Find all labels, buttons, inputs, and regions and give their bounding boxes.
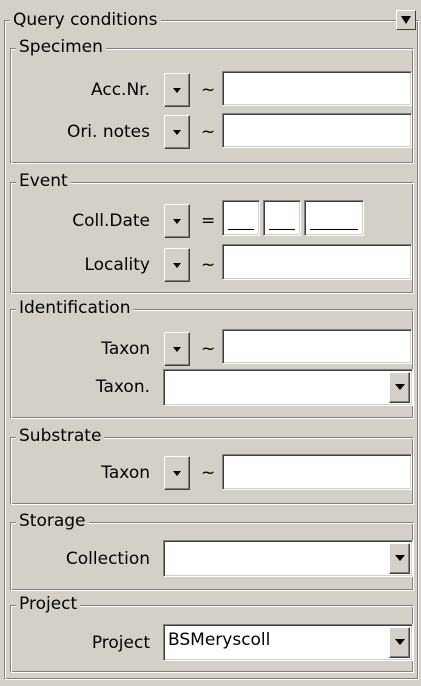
identification-title: Identification bbox=[16, 298, 134, 318]
triangle-down-icon bbox=[395, 555, 405, 561]
ori-notes-operator-dropdown[interactable] bbox=[164, 115, 190, 149]
acc-nr-input[interactable] bbox=[222, 71, 412, 106]
chevron-down-icon bbox=[173, 347, 181, 352]
project-combo-value: BSMeryscoll bbox=[168, 630, 271, 650]
project-dropdown-button[interactable] bbox=[389, 627, 410, 658]
year-mask-underline bbox=[310, 229, 358, 230]
query-conditions-title: Query conditions bbox=[10, 10, 161, 30]
substrate-taxon-input[interactable] bbox=[222, 454, 412, 490]
coll-date-month-input[interactable] bbox=[263, 200, 301, 236]
identification-taxon-list-label: Taxon. bbox=[95, 377, 150, 397]
collection-label: Collection bbox=[65, 549, 150, 569]
locality-input[interactable] bbox=[222, 244, 412, 280]
coll-date-year-input[interactable] bbox=[304, 200, 364, 236]
acc-nr-operator: ~ bbox=[201, 80, 216, 100]
locality-operator: ~ bbox=[201, 255, 216, 275]
day-mask-underline bbox=[228, 229, 254, 230]
event-title: Event bbox=[16, 171, 71, 191]
month-mask-underline bbox=[269, 229, 295, 230]
locality-label: Locality bbox=[84, 255, 150, 275]
project-label: Project bbox=[91, 633, 150, 653]
collection-dropdown-button[interactable] bbox=[389, 543, 410, 574]
triangle-down-icon bbox=[395, 384, 405, 390]
chevron-down-icon bbox=[173, 219, 181, 224]
triangle-down-icon bbox=[395, 639, 405, 645]
substrate-title: Substrate bbox=[16, 426, 105, 446]
chevron-down-icon bbox=[173, 88, 181, 93]
specimen-title: Specimen bbox=[16, 37, 106, 57]
ori-notes-input[interactable] bbox=[222, 113, 412, 148]
substrate-taxon-operator-dropdown[interactable] bbox=[164, 456, 190, 490]
identification-taxon-label: Taxon bbox=[101, 339, 150, 359]
project-title: Project bbox=[16, 594, 81, 614]
triangle-down-icon bbox=[401, 16, 411, 24]
coll-date-operator: = bbox=[201, 211, 216, 231]
coll-date-label: Coll.Date bbox=[72, 211, 150, 231]
identification-taxon-input[interactable] bbox=[222, 329, 412, 364]
identification-taxon-operator-dropdown[interactable] bbox=[164, 332, 190, 366]
coll-date-operator-dropdown[interactable] bbox=[164, 204, 190, 238]
collection-combo[interactable] bbox=[163, 540, 413, 577]
acc-nr-label: Acc.Nr. bbox=[91, 80, 150, 100]
collapse-button[interactable] bbox=[396, 10, 416, 30]
identification-taxon-operator: ~ bbox=[201, 339, 216, 359]
identification-taxon-dropdown-button[interactable] bbox=[389, 372, 410, 403]
storage-title: Storage bbox=[16, 511, 89, 531]
locality-operator-dropdown[interactable] bbox=[164, 248, 190, 282]
substrate-taxon-label: Taxon bbox=[101, 463, 150, 483]
chevron-down-icon bbox=[173, 471, 181, 476]
project-combo[interactable]: BSMeryscoll bbox=[163, 624, 413, 661]
identification-taxon-combo[interactable] bbox=[163, 369, 413, 406]
ori-notes-label: Ori. notes bbox=[66, 122, 150, 142]
acc-nr-operator-dropdown[interactable] bbox=[164, 73, 190, 107]
coll-date-day-input[interactable] bbox=[222, 200, 260, 236]
chevron-down-icon bbox=[173, 130, 181, 135]
ori-notes-operator: ~ bbox=[201, 122, 216, 142]
chevron-down-icon bbox=[173, 263, 181, 268]
substrate-taxon-operator: ~ bbox=[201, 463, 216, 483]
